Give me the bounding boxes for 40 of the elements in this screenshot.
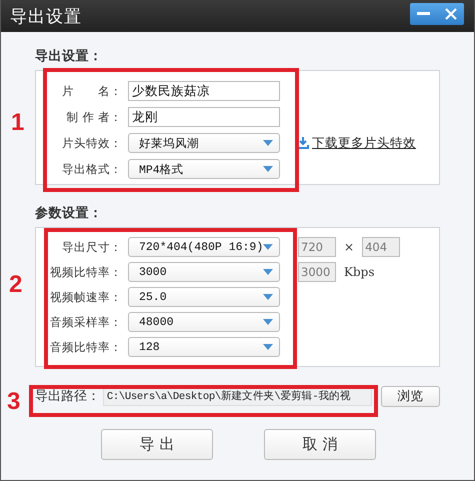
field-label: 音频采样率： (49, 314, 123, 330)
browse-button[interactable]: 浏览 (381, 386, 440, 406)
dropdown[interactable]: 好莱坞风潮 (128, 133, 280, 153)
dropdown[interactable]: 48000 (128, 312, 280, 332)
field-label: 视频比特率： (49, 264, 123, 280)
dropdown-arrow-icon (263, 344, 273, 350)
section-heading: 参数设置： (35, 206, 104, 222)
field-label: 导出格式： (61, 162, 123, 176)
annotation-number: 3 (7, 389, 20, 415)
annotation-number: 2 (9, 272, 22, 298)
dropdown[interactable]: 25.0 (128, 287, 280, 307)
field-label: 制 作 者： (66, 110, 123, 124)
window-title: 导出设置 (10, 6, 82, 28)
dropdown[interactable]: 3000 (128, 262, 280, 282)
dropdown-arrow-icon (263, 140, 273, 146)
text-field[interactable]: 龙刚 (128, 107, 280, 127)
field-label: 导出路径： (35, 388, 101, 405)
close-icon (444, 8, 456, 20)
field-label: 片 名： (61, 84, 123, 98)
field-label: 片头特效： (61, 136, 123, 150)
field-label: 音频比特率： (49, 340, 123, 354)
text-field[interactable]: 少数民族菇凉 (128, 81, 280, 101)
dropdown-arrow-icon (263, 269, 273, 275)
annotation-number: 1 (11, 110, 24, 136)
download-icon (297, 137, 309, 149)
field-label: 导出尺寸： (61, 240, 123, 254)
dropdown[interactable]: 720*404(480P 16:9) (128, 237, 280, 257)
dropdown[interactable]: MP4格式 (128, 159, 280, 179)
section-heading: 导出设置： (35, 49, 104, 65)
times-sign: × (344, 240, 354, 254)
minimize-icon (417, 12, 430, 15)
unit-label: Kbps (344, 265, 374, 279)
cancel-button[interactable]: 取 消 (264, 429, 376, 460)
dropdown-arrow-icon (263, 294, 273, 300)
dropdown-arrow-icon (263, 244, 273, 250)
dropdown-arrow-icon (263, 319, 273, 325)
dropdown-arrow-icon (263, 166, 273, 172)
field-label: 视频帧速率： (49, 290, 123, 304)
dropdown[interactable]: 128 (128, 337, 280, 357)
export-button[interactable]: 导 出 (101, 429, 213, 460)
